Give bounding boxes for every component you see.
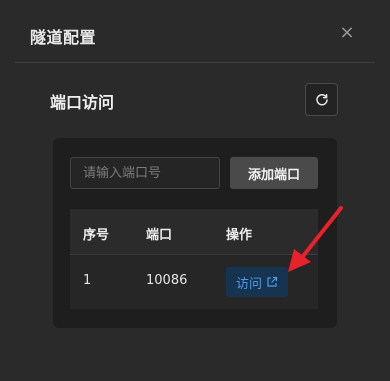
add-port-button[interactable]: 添加端口 — [230, 157, 318, 189]
dialog-title: 隧道配置 — [30, 28, 97, 47]
visit-button[interactable]: 访问 — [226, 267, 288, 297]
row-port: 10086 — [146, 273, 188, 288]
title-divider — [15, 62, 375, 63]
row-index: 1 — [83, 273, 92, 288]
table-row: 1 10086 访问 — [70, 255, 318, 309]
tunnel-config-dialog: 隧道配置 × 端口访问 添加端口 序号 端口 操作 1 10086 访问 — [15, 0, 390, 381]
port-input[interactable] — [70, 157, 220, 189]
refresh-icon — [315, 93, 328, 105]
refresh-button[interactable] — [305, 83, 338, 116]
close-button[interactable]: × — [338, 22, 356, 44]
port-card: 添加端口 序号 端口 操作 1 10086 访问 — [53, 138, 337, 328]
visit-label: 访问 — [235, 276, 262, 292]
port-table: 序号 端口 操作 1 10086 访问 — [70, 209, 318, 309]
external-link-icon — [267, 276, 278, 287]
section-title: 端口访问 — [50, 93, 115, 112]
close-icon: × — [339, 22, 355, 43]
column-header-port: 端口 — [146, 228, 173, 243]
column-header-action: 操作 — [226, 228, 253, 243]
column-header-index: 序号 — [83, 228, 110, 243]
table-header: 序号 端口 操作 — [70, 209, 318, 255]
